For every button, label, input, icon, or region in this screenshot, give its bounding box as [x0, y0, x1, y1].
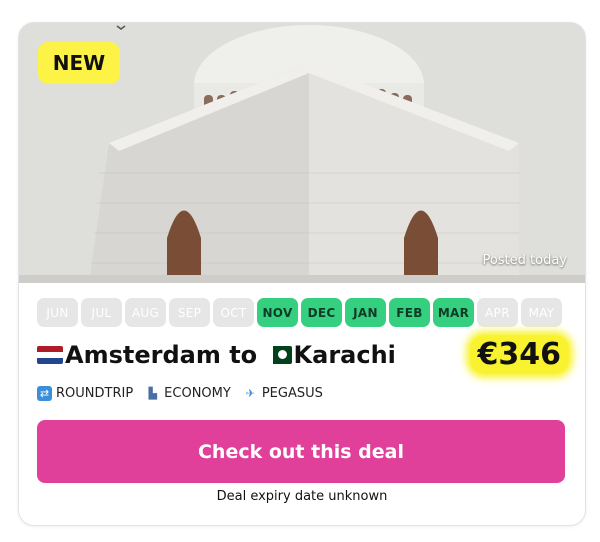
month-chip: AUG [125, 298, 166, 327]
trip-type: ⇄ ROUNDTRIP [37, 386, 133, 401]
deal-card[interactable]: NEW Posted today JUN JUL AUG SEP OCT NOV… [18, 22, 586, 526]
posted-date: Posted today [482, 253, 567, 268]
month-chip: APR [477, 298, 518, 327]
deal-price: €346 [469, 335, 569, 374]
airline-label: PEGASUS [261, 386, 323, 401]
month-chip: FEB [389, 298, 430, 327]
month-chip: SEP [169, 298, 210, 327]
destination-city: Karachi [293, 341, 396, 369]
origin-city: Amsterdam [65, 341, 221, 369]
pakistan-flag-icon [265, 346, 292, 364]
airline: ✈ PEGASUS [243, 386, 323, 401]
destination-photo: NEW Posted today [19, 23, 585, 283]
month-chip: MAY [521, 298, 562, 327]
month-chip: JAN [345, 298, 386, 327]
month-chip: OCT [213, 298, 254, 327]
cabin-class: ▙ ECONOMY [145, 386, 231, 401]
month-chip: JUN [37, 298, 78, 327]
month-chip: NOV [257, 298, 298, 327]
travel-months: JUN JUL AUG SEP OCT NOV DEC JAN FEB MAR … [37, 298, 562, 327]
month-chip: MAR [433, 298, 474, 327]
netherlands-flag-icon [37, 346, 63, 364]
month-chip: DEC [301, 298, 342, 327]
route-connector: to [229, 341, 258, 369]
deal-expiry: Deal expiry date unknown [216, 489, 388, 504]
airplane-icon: ✈ [245, 387, 255, 400]
deal-details: ⇄ ROUNDTRIP ▙ ECONOMY ✈ PEGASUS [37, 386, 323, 401]
seat-icon: ▙ [148, 387, 157, 400]
check-out-deal-button[interactable]: Check out this deal [37, 420, 565, 483]
month-chip: JUL [81, 298, 122, 327]
trip-type-label: ROUNDTRIP [56, 386, 134, 401]
roundtrip-icon: ⇄ [37, 386, 52, 401]
cabin-label: ECONOMY [164, 386, 231, 401]
new-badge: NEW [38, 42, 120, 84]
route-title: Amsterdam to Karachi [37, 341, 396, 369]
